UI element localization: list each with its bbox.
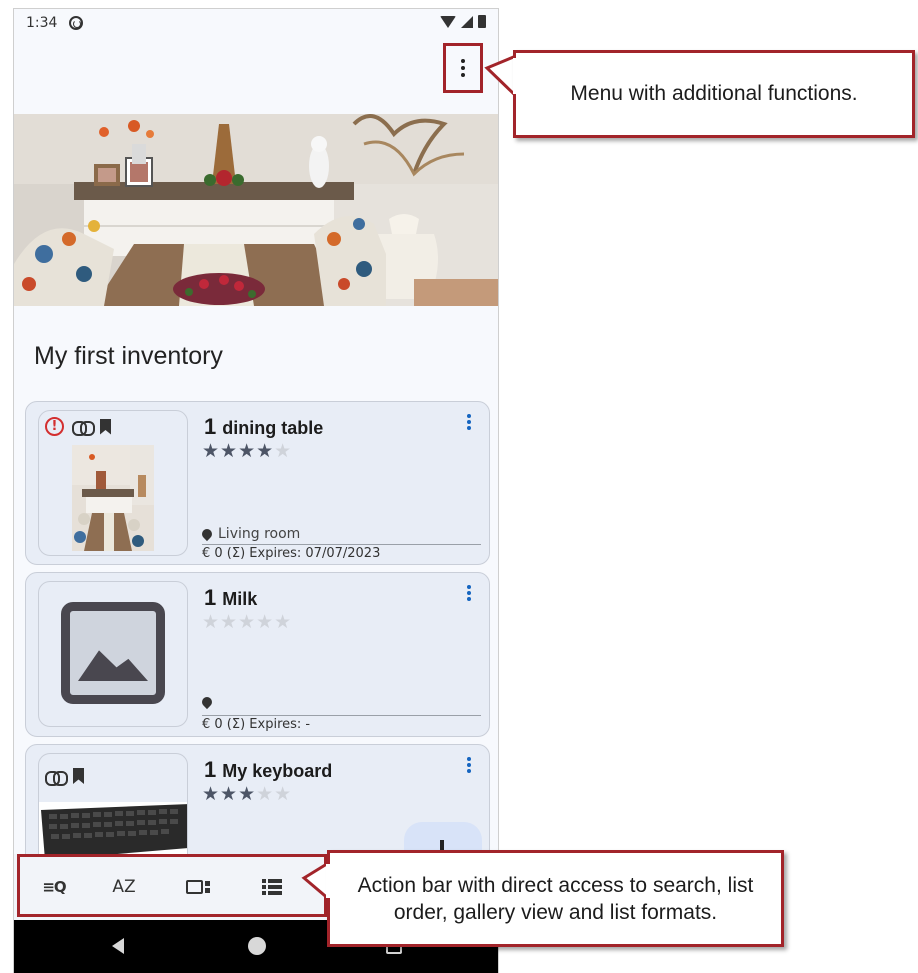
- menu-annotation-text: Menu with additional functions.: [570, 82, 858, 105]
- menu-annotation: Menu with additional functions.: [513, 50, 915, 138]
- action-bar-annotation: Action bar with direct access to search,…: [327, 850, 784, 947]
- action-bar-annotation-text: Action bar with direct access to search,…: [357, 873, 754, 924]
- callout-pointers: [301, 53, 518, 904]
